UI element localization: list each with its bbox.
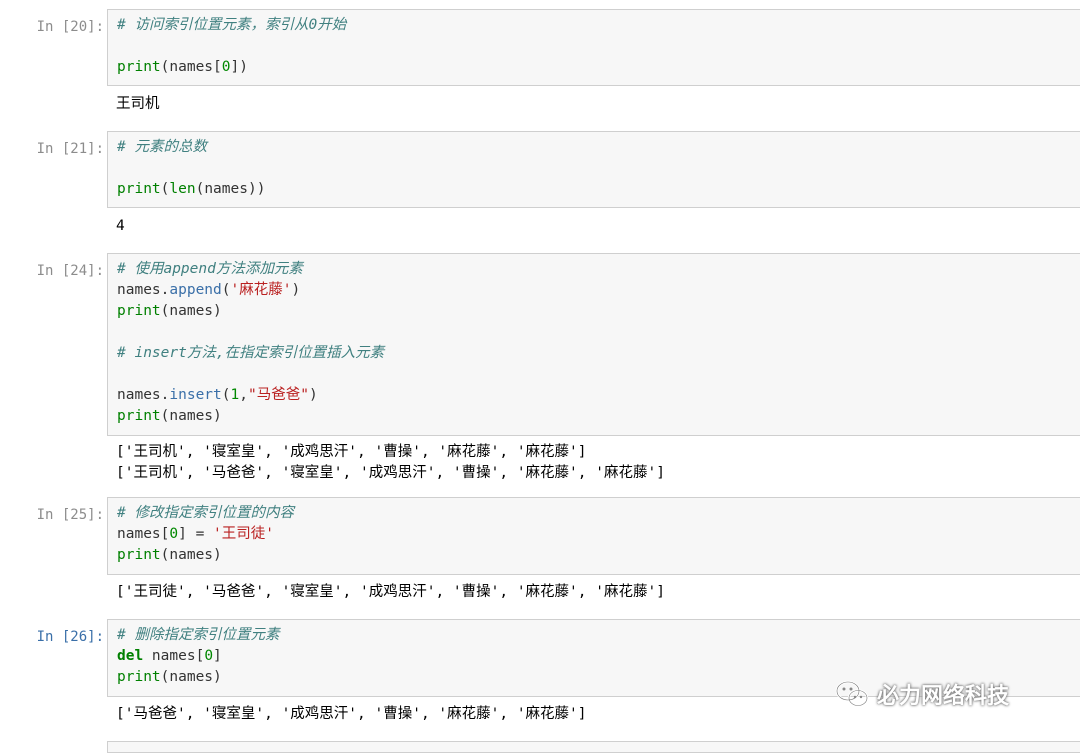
code-number: 0 bbox=[169, 526, 179, 542]
code-comment: # 元素的总数 bbox=[117, 139, 207, 155]
cell-prompt: In [24]: bbox=[36, 263, 104, 279]
code-text: (names[ bbox=[160, 59, 222, 75]
code-input[interactable]: # 使用append方法添加元素 names.append('麻花藤') print… bbox=[107, 253, 1080, 436]
code-string: '麻花藤' bbox=[230, 282, 292, 298]
next-code-input[interactable] bbox=[107, 741, 1080, 753]
output-line: ['王司机', '马爸爸', '寝室皇', '成鸡思汗', '曹操', '麻花藤… bbox=[116, 465, 665, 481]
code-number: 1 bbox=[230, 387, 240, 403]
code-number: 0 bbox=[204, 648, 214, 664]
watermark-text: 必力网络科技 bbox=[877, 684, 1010, 709]
code-text: ) bbox=[308, 387, 318, 403]
code-comment: # 访问索引位置元素，索引从0开始 bbox=[117, 17, 347, 33]
cell-prompt: In [25]: bbox=[36, 507, 104, 523]
code-number: 0 bbox=[221, 59, 231, 75]
code-comment: # 删除指定索引位置元素 bbox=[117, 627, 280, 643]
code-text: (names) bbox=[160, 547, 222, 563]
cell-output: ['王司徒', '马爸爸', '寝室皇', '成鸡思汗', '曹操', '麻花藤… bbox=[116, 582, 665, 603]
cell-prompt: In [20]: bbox=[36, 19, 104, 35]
wechat-icon bbox=[835, 680, 869, 707]
code-text: names. bbox=[117, 282, 170, 298]
code-text: (names)) bbox=[195, 181, 266, 197]
output-line: ['王司徒', '马爸爸', '寝室皇', '成鸡思汗', '曹操', '麻花藤… bbox=[116, 584, 665, 600]
builtin-print: print bbox=[117, 181, 161, 197]
method-append: append bbox=[169, 282, 222, 298]
builtin-print: print bbox=[117, 59, 161, 75]
code-text: ( bbox=[221, 387, 231, 403]
output-line: 王司机 bbox=[116, 96, 160, 112]
cell-output: ['马爸爸', '寝室皇', '成鸡思汗', '曹操', '麻花藤', '麻花藤… bbox=[116, 704, 587, 725]
code-input[interactable]: # 修改指定索引位置的内容 names[0] = '王司徒' print(names… bbox=[107, 497, 1080, 575]
code-text: (names) bbox=[160, 408, 222, 424]
builtin-print: print bbox=[117, 547, 161, 563]
code-text: (names) bbox=[160, 303, 222, 319]
cell-output: 王司机 bbox=[116, 94, 160, 115]
code-text: ) bbox=[291, 282, 301, 298]
output-line: ['王司机', '寝室皇', '成鸡思汗', '曹操', '麻花藤', '麻花藤… bbox=[116, 444, 587, 460]
cell-prompt: In [21]: bbox=[36, 141, 104, 157]
code-text: names. bbox=[117, 387, 170, 403]
output-line: ['马爸爸', '寝室皇', '成鸡思汗', '曹操', '麻花藤', '麻花藤… bbox=[116, 706, 587, 722]
method-insert: insert bbox=[169, 387, 222, 403]
builtin-len: len bbox=[169, 181, 196, 197]
output-line: 4 bbox=[116, 218, 125, 234]
watermark: 必力网络科技 bbox=[835, 678, 1009, 710]
code-text: ] = bbox=[178, 526, 214, 542]
cell-output: 4 bbox=[116, 216, 125, 237]
code-text: ] bbox=[213, 648, 222, 664]
code-text: , bbox=[239, 387, 248, 403]
code-comment: # insert方法,在指定索引位置插入元素 bbox=[117, 345, 385, 361]
cell-output: ['王司机', '寝室皇', '成鸡思汗', '曹操', '麻花藤', '麻花藤… bbox=[116, 442, 665, 484]
code-comment: # 使用append方法添加元素 bbox=[117, 261, 303, 277]
code-text: (names) bbox=[160, 669, 222, 685]
code-comment: # 修改指定索引位置的内容 bbox=[117, 505, 294, 521]
code-string: '王司徒' bbox=[213, 526, 275, 542]
builtin-print: print bbox=[117, 303, 161, 319]
cell-prompt: In [26]: bbox=[36, 629, 104, 645]
code-input[interactable]: # 元素的总数 print(len(names)) bbox=[107, 131, 1080, 208]
builtin-print: print bbox=[117, 669, 161, 685]
code-text: names[ bbox=[117, 526, 170, 542]
code-string: "马爸爸" bbox=[247, 387, 309, 403]
code-text: names[ bbox=[143, 648, 205, 664]
keyword-del: del bbox=[117, 648, 144, 664]
code-input[interactable]: # 访问索引位置元素，索引从0开始 print(names[0]) bbox=[107, 9, 1080, 86]
code-text: ]) bbox=[230, 59, 248, 75]
builtin-print: print bbox=[117, 408, 161, 424]
code-text: ( bbox=[221, 282, 231, 298]
